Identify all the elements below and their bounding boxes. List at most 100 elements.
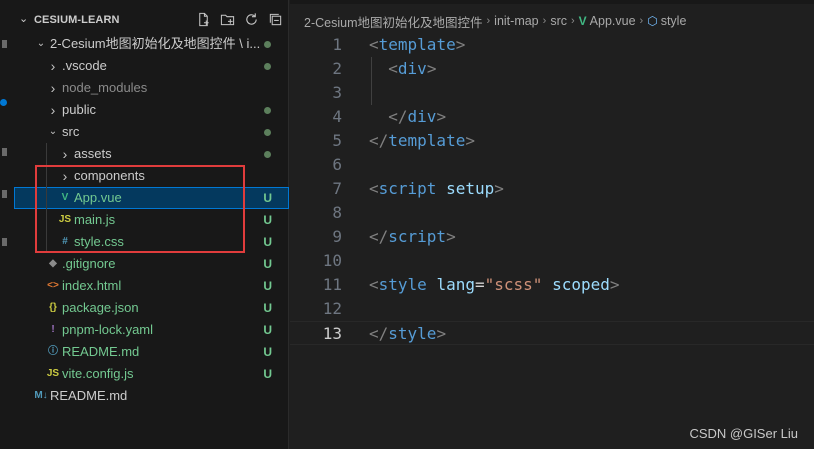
code-token: > bbox=[436, 324, 447, 343]
code-line-content: <div> bbox=[369, 57, 436, 81]
breadcrumb-item[interactable]: App.vue bbox=[590, 14, 636, 28]
tree-item[interactable]: › node_modules bbox=[14, 77, 289, 99]
tree-item-label: App.vue bbox=[74, 190, 122, 205]
tree-item[interactable]: › .vscode bbox=[14, 55, 289, 77]
explorer-actions bbox=[194, 10, 284, 28]
tree-item[interactable]: ! pnpm-lock.yaml U bbox=[14, 319, 289, 341]
tree-item-label: pnpm-lock.yaml bbox=[62, 322, 154, 337]
line-number: 9 bbox=[332, 227, 342, 246]
tree-item[interactable]: <> index.html U bbox=[14, 275, 289, 297]
tree-item[interactable]: › components bbox=[14, 165, 289, 187]
new-folder-icon[interactable] bbox=[218, 10, 236, 28]
breadcrumb-item[interactable]: init-map bbox=[494, 14, 538, 28]
line-number: 13 bbox=[322, 324, 342, 343]
git-status-badge: U bbox=[263, 367, 272, 381]
breadcrumb-item[interactable]: 2-Cesium地图初始化及地图控件 bbox=[304, 12, 483, 31]
activity-bar bbox=[0, 0, 14, 449]
code-token: script bbox=[378, 179, 437, 198]
refresh-icon[interactable] bbox=[242, 10, 260, 28]
chevron-right-icon[interactable]: › bbox=[48, 99, 58, 121]
breadcrumb-item[interactable]: src bbox=[550, 14, 567, 28]
tree-item[interactable]: M↓ README.md bbox=[14, 385, 289, 407]
code-token: > bbox=[426, 59, 437, 78]
code-token: script bbox=[388, 227, 447, 246]
chevron-right-icon[interactable]: › bbox=[60, 165, 70, 187]
code-line[interactable]: 11 <style lang="scss" scoped> bbox=[290, 273, 814, 297]
tree-item[interactable]: ◆ .gitignore U bbox=[14, 253, 289, 275]
tree-item-label: src bbox=[62, 124, 80, 139]
activity-mark bbox=[2, 190, 7, 198]
code-line[interactable]: 6 bbox=[290, 153, 814, 177]
code-token: div bbox=[407, 107, 437, 126]
tree-item-label: public bbox=[62, 102, 96, 117]
git-status-dot bbox=[264, 151, 271, 158]
file-tree: ⌄ 2-Cesium地图初始化及地图控件 \ i... › .vscode › node_… bbox=[14, 33, 289, 407]
line-number: 5 bbox=[332, 131, 342, 150]
line-number: 8 bbox=[332, 203, 342, 222]
code-line[interactable]: 5 </template> bbox=[290, 129, 814, 153]
chevron-down-icon[interactable]: ⌄ bbox=[19, 12, 28, 25]
code-line[interactable]: 12 bbox=[290, 297, 814, 321]
code-line[interactable]: 13 </style> bbox=[290, 321, 814, 345]
breadcrumb-item[interactable]: style bbox=[661, 14, 687, 28]
code-line[interactable]: 3 bbox=[290, 81, 814, 105]
line-number: 1 bbox=[332, 35, 342, 54]
code-line[interactable]: 4 </div> bbox=[290, 105, 814, 129]
new-file-icon[interactable] bbox=[194, 10, 212, 28]
chevron-right-icon[interactable]: › bbox=[60, 143, 70, 165]
code-line[interactable]: 1 <template> bbox=[290, 33, 814, 57]
code-token: </ bbox=[388, 107, 408, 126]
chevron-right-icon[interactable]: › bbox=[48, 55, 58, 77]
git-status-badge: U bbox=[263, 279, 272, 293]
vue-file-icon: V bbox=[61, 192, 69, 203]
code-token: </ bbox=[369, 227, 389, 246]
code-line[interactable]: 7 <script setup> bbox=[290, 177, 814, 201]
tree-item[interactable]: # style.css U bbox=[14, 231, 289, 253]
line-number: 3 bbox=[332, 83, 342, 102]
tree-item[interactable]: V App.vue U bbox=[14, 187, 289, 209]
tree-item[interactable]: {} package.json U bbox=[14, 297, 289, 319]
code-line[interactable]: 2 <div> bbox=[290, 57, 814, 81]
tree-item[interactable]: ⌄ src bbox=[14, 121, 289, 143]
code-token: template bbox=[378, 35, 456, 54]
code-line[interactable]: 10 bbox=[290, 249, 814, 273]
chevron-down-icon[interactable]: ⌄ bbox=[36, 33, 46, 55]
tree-item-label: README.md bbox=[50, 388, 128, 403]
js-file-icon: JS bbox=[58, 214, 72, 225]
code-token: > bbox=[494, 179, 504, 198]
code-token: lang bbox=[436, 275, 475, 294]
tree-item[interactable]: ⌄ 2-Cesium地图初始化及地图控件 \ i... bbox=[14, 33, 289, 55]
explorer-root-label[interactable]: CESIUM-LEARN bbox=[34, 14, 120, 26]
indent-guide bbox=[371, 57, 372, 105]
chevron-down-icon[interactable]: ⌄ bbox=[48, 121, 58, 143]
code-line-content: </div> bbox=[369, 105, 446, 129]
code-token: style bbox=[388, 324, 437, 343]
tree-item-label: components bbox=[74, 168, 145, 183]
tree-item[interactable]: ⓘ README.md U bbox=[14, 341, 289, 363]
tree-item[interactable]: JS vite.config.js U bbox=[14, 363, 289, 385]
tree-item-label: vite.config.js bbox=[62, 366, 134, 381]
chevron-right-icon[interactable]: › bbox=[48, 77, 58, 99]
chevron-right-icon: › bbox=[639, 15, 644, 27]
code-editor[interactable]: 1 <template> 2 <div> 3 4 </div> 5 </template> 6… bbox=[290, 33, 814, 345]
explorer-header[interactable]: ⌄ CESIUM-LEARN bbox=[14, 10, 289, 32]
indent-guide bbox=[46, 143, 47, 253]
collapse-all-icon[interactable] bbox=[266, 10, 284, 28]
code-line[interactable]: 9 </script> bbox=[290, 225, 814, 249]
code-token: scoped bbox=[552, 275, 610, 294]
code-token: > bbox=[446, 227, 456, 246]
git-status-dot bbox=[264, 63, 271, 70]
yaml-file-icon: ! bbox=[51, 324, 55, 335]
git-status-dot bbox=[264, 129, 271, 136]
symbol-icon: ⬡ bbox=[647, 14, 658, 28]
line-number: 6 bbox=[332, 155, 342, 174]
code-token: < bbox=[369, 179, 379, 198]
git-status-badge: U bbox=[263, 191, 272, 205]
breadcrumb: 2-Cesium地图初始化及地图控件 › init-map › src › V … bbox=[304, 12, 686, 30]
code-line[interactable]: 8 bbox=[290, 201, 814, 225]
code-token: </ bbox=[369, 324, 389, 343]
tree-item[interactable]: › public bbox=[14, 99, 289, 121]
tree-item[interactable]: › assets bbox=[14, 143, 289, 165]
tree-item[interactable]: JS main.js U bbox=[14, 209, 289, 231]
